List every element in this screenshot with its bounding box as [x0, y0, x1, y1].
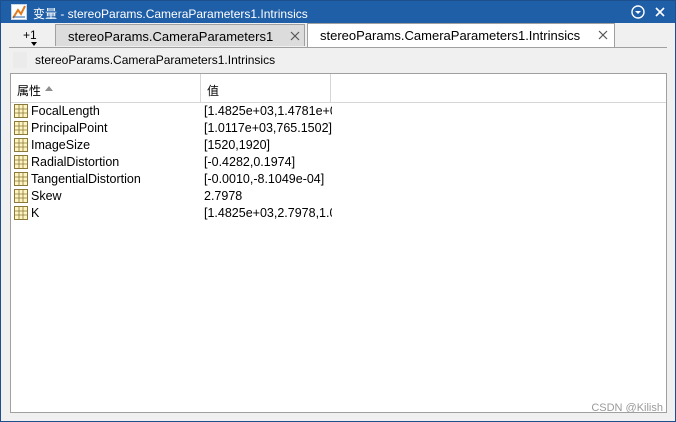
- tab-camera-parameters1[interactable]: stereoParams.CameraParameters1: [55, 24, 305, 46]
- tab-label: stereoParams.CameraParameters1.Intrinsic…: [320, 28, 581, 43]
- struct-icon: [13, 52, 27, 68]
- table-property-icon: [14, 155, 28, 169]
- table-header: 属性 值: [11, 74, 666, 103]
- variable-editor-icon: [11, 4, 27, 20]
- property-name: ImageSize: [31, 138, 91, 152]
- table-row[interactable]: K [1.4825e+03,2.7978,1.0117e+03]: [11, 205, 666, 222]
- property-value: [1.4825e+03,1.4781e+03]: [204, 104, 332, 118]
- chevron-down-icon: [31, 42, 37, 46]
- table-property-icon: [14, 104, 28, 118]
- column-header-empty: [331, 74, 666, 102]
- property-name: Skew: [31, 189, 62, 203]
- property-name: K: [31, 206, 40, 220]
- property-name: PrincipalPoint: [31, 121, 108, 135]
- tab-intrinsics[interactable]: stereoParams.CameraParameters1.Intrinsic…: [307, 23, 615, 47]
- watermark: CSDN @Kilish: [591, 402, 663, 414]
- breadcrumb-path[interactable]: stereoParams.CameraParameters1.Intrinsic…: [35, 53, 275, 67]
- property-value: [1.4825e+03,2.7978,1.0117e+03]: [204, 206, 332, 220]
- table-property-icon: [14, 138, 28, 152]
- column-header-label: 值: [207, 84, 220, 98]
- table-row[interactable]: RadialDistortion [-0.4282,0.1974]: [11, 154, 666, 171]
- window-title: 变量 - stereoParams.CameraParameters1.Intr…: [33, 7, 308, 21]
- tab-label: stereoParams.CameraParameters1: [68, 29, 274, 44]
- column-header-value[interactable]: 值: [201, 74, 331, 102]
- table-row[interactable]: ImageSize [1520,1920]: [11, 137, 666, 154]
- column-header-property[interactable]: 属性: [11, 74, 201, 102]
- property-value: [-0.4282,0.1974]: [204, 155, 296, 169]
- column-header-label: 属性: [17, 84, 42, 98]
- table-row[interactable]: FocalLength [1.4825e+03,1.4781e+03]: [11, 103, 666, 120]
- property-value: 2.7978: [204, 189, 243, 203]
- document-tab-strip: +1 stereoParams.CameraParameters1 stereo…: [9, 23, 667, 48]
- table-property-icon: [14, 206, 28, 220]
- table-row[interactable]: Skew 2.7978: [11, 188, 666, 205]
- property-table: 属性 值 FocalLength [1.4825e+03,1.4781e+03]…: [10, 73, 667, 413]
- table-property-icon: [14, 172, 28, 186]
- property-value: [-0.0010,-8.1049e-04]: [204, 172, 325, 186]
- close-icon[interactable]: [290, 31, 300, 41]
- breadcrumb: stereoParams.CameraParameters1.Intrinsic…: [11, 48, 667, 72]
- table-property-icon: [14, 189, 28, 203]
- property-name: RadialDistortion: [31, 155, 120, 169]
- tab-overflow-button[interactable]: +1: [13, 25, 53, 47]
- title-bar[interactable]: 变量 - stereoParams.CameraParameters1.Intr…: [1, 1, 675, 23]
- property-name: TangentialDistortion: [31, 172, 141, 186]
- table-property-icon: [14, 121, 28, 135]
- close-icon[interactable]: [652, 4, 668, 20]
- tab-overflow-label: +1: [23, 28, 37, 42]
- property-value: [1520,1920]: [204, 138, 271, 152]
- sort-ascending-icon: [45, 86, 53, 91]
- property-value: [1.0117e+03,765.1502]: [204, 121, 332, 135]
- table-row[interactable]: PrincipalPoint [1.0117e+03,765.1502]: [11, 120, 666, 137]
- variable-editor-window: 变量 - stereoParams.CameraParameters1.Intr…: [0, 0, 676, 422]
- table-row[interactable]: TangentialDistortion [-0.0010,-8.1049e-0…: [11, 171, 666, 188]
- window-menu-icon[interactable]: [630, 4, 646, 20]
- close-icon[interactable]: [598, 30, 608, 40]
- property-name: FocalLength: [31, 104, 100, 118]
